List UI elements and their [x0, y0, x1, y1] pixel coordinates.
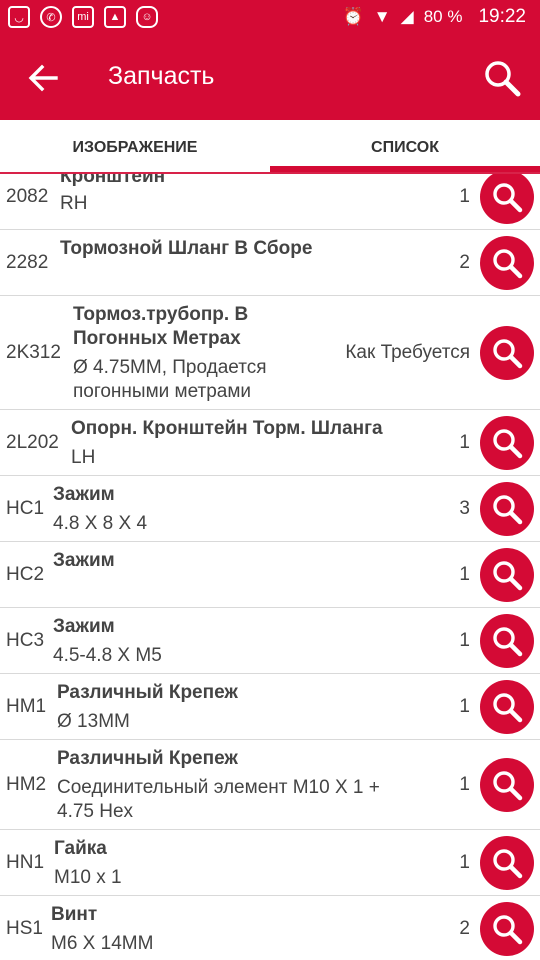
part-code: HM1 [6, 696, 47, 717]
search-icon [493, 771, 523, 801]
part-desc: RH [60, 193, 88, 214]
search-icon [493, 693, 523, 723]
view-part-button[interactable] [480, 482, 534, 536]
list-item[interactable]: HC3 Зажим 4.5-4.8 X M5 1 [0, 608, 540, 674]
list-item[interactable]: HS1 Винт M6 X 14MM 2 [0, 896, 540, 960]
arrow-left-icon [28, 64, 58, 92]
part-desc-line2: погонными метрами [73, 381, 252, 402]
viber-icon: ✆ [40, 6, 62, 28]
part-qty: 1 [459, 630, 470, 651]
wifi-icon: ▼ [373, 7, 391, 26]
part-name-line2: Погонных Метрах [73, 328, 241, 349]
part-code: HM2 [6, 774, 47, 795]
part-code: 2K312 [6, 342, 61, 363]
part-desc: M10 x 1 [54, 867, 122, 888]
mi-icon: mi [72, 6, 94, 28]
part-name: Различный Крепеж [57, 748, 238, 769]
part-qty: 3 [459, 498, 470, 519]
part-qty: 1 [459, 852, 470, 873]
status-bar: ◡ ✆ mi ▲ ☺ ⏰ ▼ ◢ 80 % 19:22 [0, 0, 540, 36]
part-name: Гайка [54, 838, 107, 859]
search-icon [493, 339, 523, 369]
search-icon [493, 429, 523, 459]
list-item[interactable]: HC2 Зажим 1 [0, 542, 540, 608]
part-qty: 1 [459, 186, 470, 207]
part-code: 2L202 [6, 432, 59, 453]
search-icon [493, 627, 523, 657]
gallery-icon: ▲ [104, 6, 126, 28]
part-name: Зажим [53, 550, 115, 571]
signal-icon: ◢ [400, 7, 414, 26]
part-qty: 1 [459, 432, 470, 453]
part-desc: M6 X 14MM [51, 933, 154, 954]
part-code: HS1 [6, 918, 43, 939]
part-name: Различный Крепеж [57, 682, 238, 703]
list-item[interactable]: 2K312 Тормоз.трубопр. В Погонных Метрах … [0, 296, 540, 410]
view-part-button[interactable] [480, 326, 534, 380]
part-qty: 1 [459, 696, 470, 717]
tab-image[interactable]: ИЗОБРАЖЕНИЕ [0, 120, 270, 174]
view-part-button[interactable] [480, 758, 534, 812]
part-name: Винт [51, 904, 98, 925]
list-item[interactable]: HC1 Зажим 4.8 X 8 X 4 3 [0, 476, 540, 542]
part-qty: 1 [459, 564, 470, 585]
list-item[interactable]: HM1 Различный Крепеж Ø 13MM 1 [0, 674, 540, 740]
part-code: HC1 [6, 498, 45, 519]
search-button[interactable] [482, 58, 522, 98]
list-item[interactable]: HM2 Различный Крепеж Соединительный элем… [0, 740, 540, 830]
list-item[interactable]: 2082 Кронштейн RH 1 [0, 174, 540, 230]
part-name: Зажим [53, 484, 115, 505]
search-icon [493, 849, 523, 879]
view-part-button[interactable] [480, 236, 534, 290]
part-qty: 2 [459, 252, 470, 273]
part-code: HN1 [6, 852, 45, 873]
part-name-line1: Тормоз.трубопр. В [73, 304, 249, 325]
view-part-button[interactable] [480, 416, 534, 470]
part-code: 2282 [6, 252, 49, 273]
view-part-button[interactable] [480, 902, 534, 956]
view-part-button[interactable] [480, 174, 534, 224]
part-desc-line1: Ø 4.75MM, Продается [73, 357, 267, 378]
part-name: Опорн. Кронштейн Торм. Шланга [71, 418, 383, 439]
search-icon [493, 915, 523, 945]
alarm-icon: ⏰ [342, 7, 364, 26]
part-name: Кронштейн [60, 174, 166, 187]
app-bar: Запчасть [0, 36, 540, 120]
part-desc: Ø 13MM [57, 711, 130, 732]
search-icon [493, 495, 523, 525]
part-desc: 4.8 X 8 X 4 [53, 513, 148, 534]
view-part-button[interactable] [480, 614, 534, 668]
part-desc: LH [71, 447, 96, 468]
parts-list: 2082 Кронштейн RH 1 2282 Тормозной Шланг… [0, 174, 540, 960]
view-part-button[interactable] [480, 548, 534, 602]
search-icon [485, 61, 521, 97]
search-icon [493, 561, 523, 591]
notification-app-icon: ◡ [8, 6, 30, 28]
page-title: Запчасть [108, 62, 215, 90]
notification-icons: ◡ ✆ mi ▲ ☺ [8, 6, 158, 28]
part-name: Тормозной Шланг В Сборе [60, 238, 313, 259]
part-qty: Как Требуется [345, 342, 470, 363]
back-button[interactable] [26, 58, 60, 98]
view-part-button[interactable] [480, 680, 534, 734]
part-desc-line2: 4.75 Hex [57, 801, 134, 822]
list-item[interactable]: 2282 Тормозной Шланг В Сборе 2 [0, 230, 540, 296]
part-qty: 2 [459, 918, 470, 939]
battery-text: 80 % [423, 7, 463, 26]
part-code: HC3 [6, 630, 45, 651]
shield-icon: ☺ [136, 6, 158, 28]
list-item[interactable]: 2L202 Опорн. Кронштейн Торм. Шланга LH 1 [0, 410, 540, 476]
part-code: HC2 [6, 564, 45, 585]
view-part-button[interactable] [480, 836, 534, 890]
system-icons: ⏰ ▼ ◢ 80 % 19:22 [343, 6, 526, 28]
part-name: Зажим [53, 616, 115, 637]
clock: 19:22 [478, 6, 526, 27]
search-icon [493, 183, 523, 213]
part-desc: 4.5-4.8 X M5 [53, 645, 162, 666]
part-code: 2082 [6, 186, 49, 207]
part-qty: 1 [459, 774, 470, 795]
search-icon [493, 249, 523, 279]
part-desc-line1: Соединительный элемент M10 X 1 + [57, 777, 380, 798]
list-item[interactable]: HN1 Гайка M10 x 1 1 [0, 830, 540, 896]
